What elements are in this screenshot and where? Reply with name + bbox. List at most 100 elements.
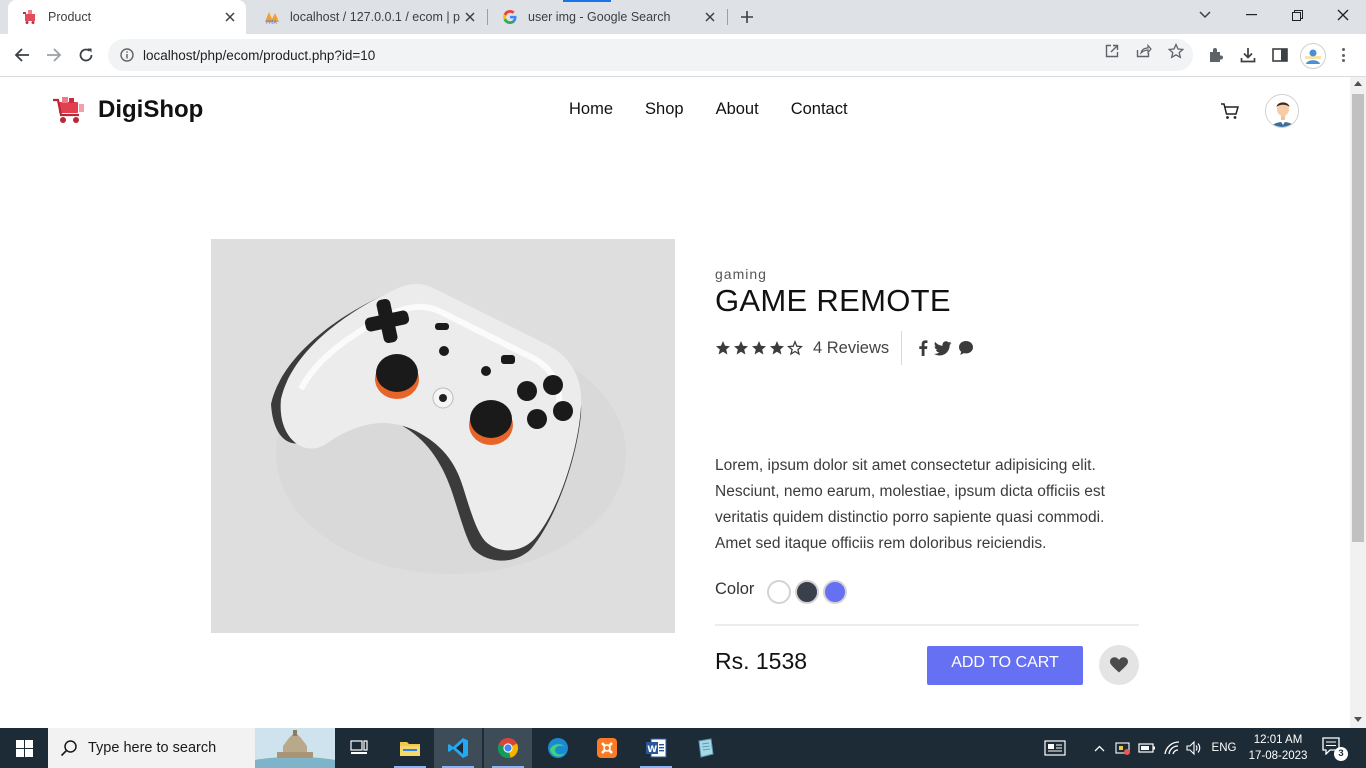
browser-tab-strip: Product PMA localhost / 127.0.0.1 / ecom…	[0, 0, 1366, 34]
nav-link-home[interactable]: Home	[569, 100, 613, 119]
svg-text:PMA: PMA	[266, 20, 277, 25]
download-icon[interactable]	[1238, 45, 1258, 65]
tab-phpmyadmin[interactable]: PMA localhost / 127.0.0.1 / ecom | phpMy…	[250, 0, 486, 34]
search-highlight-image	[255, 728, 335, 768]
edge-icon[interactable]	[534, 728, 582, 768]
forward-button[interactable]	[40, 41, 68, 69]
chat-icon[interactable]	[958, 340, 974, 356]
tab-google-search[interactable]: user img - Google Search	[488, 0, 726, 34]
close-icon[interactable]	[460, 7, 480, 27]
add-to-cart-button[interactable]: ADD TO CART	[927, 646, 1083, 685]
xampp-icon[interactable]	[583, 728, 631, 768]
site-info-icon[interactable]	[119, 47, 135, 63]
show-hidden-icons-icon[interactable]	[1090, 728, 1108, 768]
network-status-icon[interactable]	[1113, 728, 1133, 768]
color-swatch-white[interactable]	[767, 580, 792, 604]
nav-link-about[interactable]: About	[716, 100, 759, 119]
address-bar[interactable]: localhost/php/ecom/product.php?id=10	[108, 39, 1193, 71]
tab-search-button[interactable]	[1182, 0, 1228, 30]
facebook-icon[interactable]	[918, 340, 928, 356]
restore-button[interactable]	[1274, 0, 1320, 30]
extensions-icon[interactable]	[1206, 45, 1226, 65]
action-center-button[interactable]: 3	[1322, 737, 1348, 761]
product-title: GAME REMOTE	[715, 283, 951, 318]
minimize-button[interactable]	[1228, 0, 1274, 30]
close-icon[interactable]	[700, 7, 720, 27]
game-controller-image	[211, 239, 675, 633]
news-widget-icon[interactable]	[1040, 728, 1070, 768]
product-category: gaming	[715, 266, 767, 282]
product-rating: 4 Reviews	[715, 331, 980, 365]
open-in-app-icon[interactable]	[1103, 42, 1121, 60]
wifi-icon[interactable]	[1161, 728, 1183, 768]
star-filled-icon	[770, 341, 784, 355]
cart-logo-icon	[53, 97, 84, 123]
rating-divider	[901, 331, 903, 365]
scroll-down-arrow[interactable]	[1354, 717, 1362, 722]
color-swatch-dark[interactable]	[795, 580, 820, 604]
volume-icon[interactable]	[1184, 728, 1204, 768]
svg-text:W: W	[647, 745, 657, 755]
bookmark-star-icon[interactable]	[1167, 42, 1185, 60]
search-icon	[60, 740, 77, 757]
nav-link-shop[interactable]: Shop	[645, 100, 684, 119]
side-panel-icon[interactable]	[1270, 45, 1290, 65]
brand-name: DigiShop	[98, 96, 204, 123]
windows-logo-icon	[15, 739, 33, 757]
scrollbar-thumb[interactable]	[1352, 94, 1364, 542]
search-placeholder: Type here to search	[88, 740, 217, 756]
reload-button[interactable]	[72, 41, 100, 69]
browser-menu-icon[interactable]	[1336, 45, 1350, 65]
chrome-icon[interactable]	[484, 728, 532, 768]
clock-time: 12:01 AM	[1253, 734, 1303, 746]
color-label: Color	[715, 579, 755, 598]
language-indicator[interactable]: ENG	[1208, 728, 1240, 768]
social-share	[918, 340, 980, 356]
product-price: Rs. 1538	[715, 648, 808, 674]
windows-start-button[interactable]	[0, 728, 48, 768]
close-icon[interactable]	[220, 7, 240, 27]
tab-separator	[727, 9, 728, 25]
scroll-up-arrow[interactable]	[1354, 81, 1362, 86]
nav-link-contact[interactable]: Contact	[791, 100, 848, 119]
browser-profile-avatar[interactable]	[1300, 43, 1326, 69]
user-avatar[interactable]	[1265, 94, 1299, 128]
close-window-button[interactable]	[1320, 0, 1366, 30]
page-scrollbar[interactable]	[1350, 77, 1366, 728]
star-filled-icon	[716, 341, 730, 355]
google-icon	[502, 9, 518, 25]
tab-product[interactable]: Product	[8, 0, 246, 34]
section-divider	[715, 624, 1139, 626]
reviews-count[interactable]: 4 Reviews	[813, 339, 889, 358]
product-description: Lorem, ipsum dolor sit amet consectetur …	[715, 457, 1105, 552]
page-viewport: DigiShop Home Shop About Contact gaming …	[0, 77, 1350, 728]
tab-title: user img - Google Search	[528, 10, 671, 24]
wishlist-button[interactable]	[1099, 645, 1139, 685]
windows-taskbar: Type here to search W ENG 12:01 AM 17-08…	[0, 728, 1366, 768]
twitter-icon[interactable]	[934, 340, 952, 356]
new-tab-button[interactable]	[734, 5, 760, 29]
star-filled-icon	[734, 341, 748, 355]
battery-icon[interactable]	[1137, 728, 1157, 768]
word-icon[interactable]: W	[632, 728, 680, 768]
vscode-icon[interactable]	[434, 728, 482, 768]
file-explorer-icon[interactable]	[386, 728, 434, 768]
shopping-cart-icon[interactable]	[1220, 101, 1240, 121]
share-icon[interactable]	[1135, 42, 1153, 60]
color-swatch-blue[interactable]	[823, 580, 848, 604]
back-button[interactable]	[8, 41, 36, 69]
tab-title: Product	[48, 10, 92, 24]
notepad-icon[interactable]	[681, 728, 729, 768]
url-text[interactable]: localhost/php/ecom/product.php?id=10	[143, 48, 375, 63]
heart-icon	[1110, 657, 1128, 673]
star-empty-icon	[787, 340, 803, 356]
color-selector: Color	[715, 580, 851, 604]
user-icon	[1266, 95, 1298, 127]
site-brand[interactable]: DigiShop	[52, 95, 203, 125]
taskbar-clock[interactable]: 12:01 AM 17-08-2023	[1245, 732, 1311, 764]
browser-toolbar: localhost/php/ecom/product.php?id=10	[0, 34, 1366, 77]
clock-date: 17-08-2023	[1248, 750, 1308, 762]
taskbar-search[interactable]: Type here to search	[48, 728, 335, 768]
digishop-logo-icon	[22, 9, 38, 25]
task-view-icon[interactable]	[336, 728, 384, 768]
